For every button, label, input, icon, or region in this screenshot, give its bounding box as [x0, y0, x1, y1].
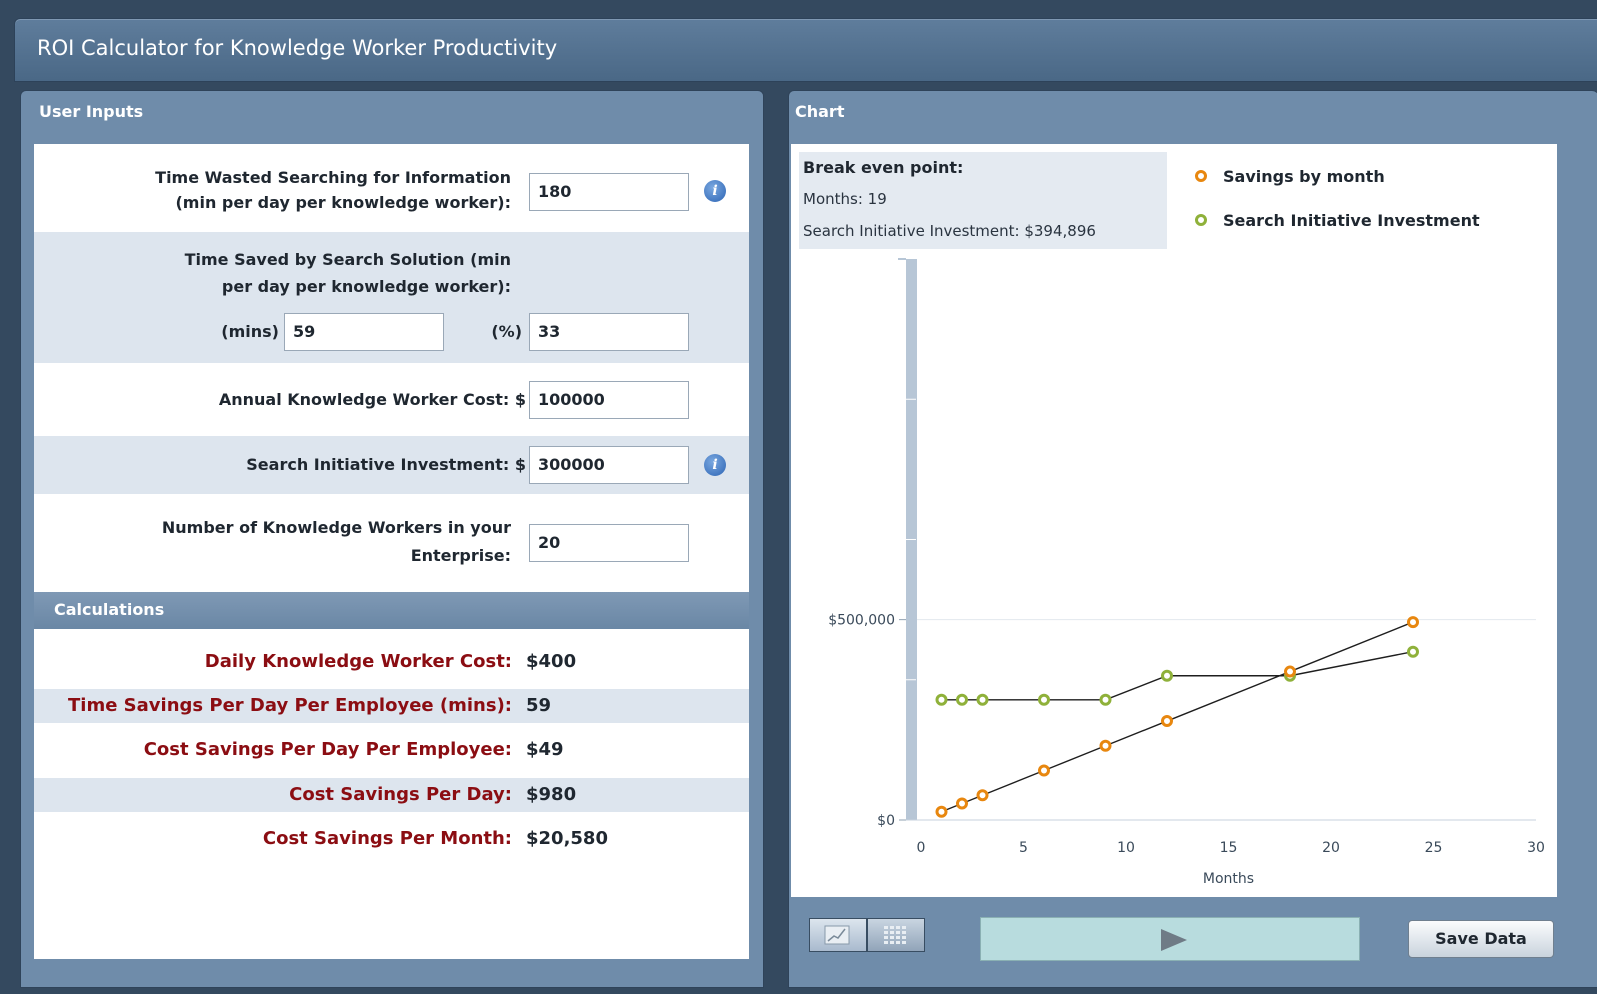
x-tick-label: 20 [1322, 840, 1340, 856]
legend-marker [1195, 214, 1207, 226]
x-axis-label: Months [1203, 871, 1254, 887]
y-tick-label: $500,000 [828, 613, 895, 629]
calc-value: 59 [526, 695, 552, 716]
time-saved-label: Time Saved by Search Solution (min per d… [44, 246, 511, 301]
table-grid-icon [884, 926, 906, 944]
time-saved-mins-label: (mins) [221, 322, 279, 341]
data-point [1407, 645, 1419, 658]
data-point [1099, 693, 1112, 706]
data-point [1161, 669, 1173, 682]
data-point [1407, 616, 1419, 629]
line-chart-icon [824, 925, 850, 945]
x-tick-label: 25 [1425, 840, 1443, 856]
data-point [956, 797, 968, 810]
calculations-title: Calculations [54, 600, 165, 619]
data-point [1038, 693, 1050, 706]
user-inputs-panel: User Inputs Time Wasted Searching for In… [20, 90, 764, 988]
legend-label: Savings by month [1223, 167, 1385, 186]
calc-label: Daily Knowledge Worker Cost: [204, 651, 512, 672]
time-saved-pct-input[interactable]: 33 [529, 313, 689, 351]
calc-value: $49 [526, 739, 564, 760]
y-tick-label: $0 [877, 813, 895, 829]
time-saved-pct-label: (%) [491, 322, 522, 341]
data-point [956, 693, 968, 706]
investment-currency: $ [514, 455, 526, 474]
time-wasted-label-line1: Time Wasted Searching for Information [155, 168, 511, 187]
data-point [976, 789, 989, 802]
user-inputs-title: User Inputs [39, 102, 144, 121]
time-wasted-input[interactable]: 180 [529, 173, 689, 211]
app-header: ROI Calculator for Knowledge Worker Prod… [14, 18, 1597, 82]
annual-cost-currency: $ [514, 390, 526, 409]
time-wasted-info-icon[interactable]: i [704, 180, 726, 202]
time-wasted-label-line2: (min per day per knowledge worker): [175, 193, 511, 212]
data-point [1038, 764, 1050, 777]
investment-label: Search Initiative Investment: $ [44, 451, 526, 479]
app-title: ROI Calculator for Knowledge Worker Prod… [37, 36, 558, 60]
data-point [935, 693, 948, 706]
play-icon [1161, 929, 1187, 951]
time-wasted-label: Time Wasted Searching for Information (m… [44, 164, 511, 217]
line-chart-view-button[interactable] [809, 918, 867, 952]
legend-label: Search Initiative Investment [1223, 211, 1480, 230]
calc-label: Time Savings Per Day Per Employee (mins)… [68, 695, 512, 716]
workers-input[interactable]: 20 [529, 524, 689, 562]
table-view-button[interactable] [867, 918, 925, 952]
data-point [1284, 665, 1296, 678]
inputs-form: Time Wasted Searching for Information (m… [34, 144, 749, 592]
chart-area: Break even point: Months: 19 Search Init… [791, 144, 1557, 897]
x-tick-label: 0 [917, 840, 926, 856]
data-point [1161, 715, 1173, 728]
workers-label: Number of Knowledge Workers in your Ente… [44, 514, 511, 570]
play-button[interactable] [980, 917, 1360, 961]
workers-label-line1: Number of Knowledge Workers in your [161, 518, 511, 537]
time-saved-label-line2: per day per knowledge worker): [221, 277, 511, 296]
investment-label-text: Search Initiative Investment: [246, 455, 510, 474]
x-tick-label: 15 [1220, 840, 1238, 856]
annual-cost-label-text: Annual Knowledge Worker Cost: [218, 390, 510, 409]
x-tick-label: 5 [1019, 840, 1028, 856]
roi-chart: $0 $500,000 0 5 10 15 20 25 30 Months Savings by m… [828, 167, 1545, 887]
calc-label: Cost Savings Per Day: [289, 784, 512, 805]
calculations-list: Daily Knowledge Worker Cost: $400 Time S… [34, 629, 749, 959]
calc-label: Cost Savings Per Month: [262, 828, 512, 849]
chart-panel: Chart Break even point: Months: 19 Searc… [788, 90, 1597, 988]
data-point [935, 805, 948, 818]
series-line [941, 651, 1414, 701]
save-data-button[interactable]: Save Data [1408, 920, 1554, 958]
annual-cost-input[interactable]: 100000 [529, 381, 689, 419]
investment-input[interactable]: 300000 [529, 446, 689, 484]
investment-info-icon[interactable]: i [704, 454, 726, 476]
time-saved-label-line1: Time Saved by Search Solution (min [184, 250, 511, 269]
calc-value: $400 [526, 651, 577, 672]
calc-value: $980 [526, 784, 577, 805]
calculations-header: Calculations [34, 592, 749, 629]
workers-label-line2: Enterprise: [410, 546, 511, 565]
calc-label: Cost Savings Per Day Per Employee: [143, 739, 512, 760]
data-point [976, 693, 989, 706]
series-line [941, 621, 1414, 813]
x-tick-label: 10 [1117, 840, 1135, 856]
time-saved-mins-input[interactable]: 59 [284, 313, 444, 351]
data-point [1099, 739, 1112, 752]
legend-marker [1195, 170, 1207, 182]
annual-cost-label: Annual Knowledge Worker Cost: $ [44, 386, 526, 414]
x-tick-label: 30 [1527, 840, 1545, 856]
calc-value: $20,580 [526, 828, 608, 849]
chart-panel-title: Chart [795, 102, 845, 121]
